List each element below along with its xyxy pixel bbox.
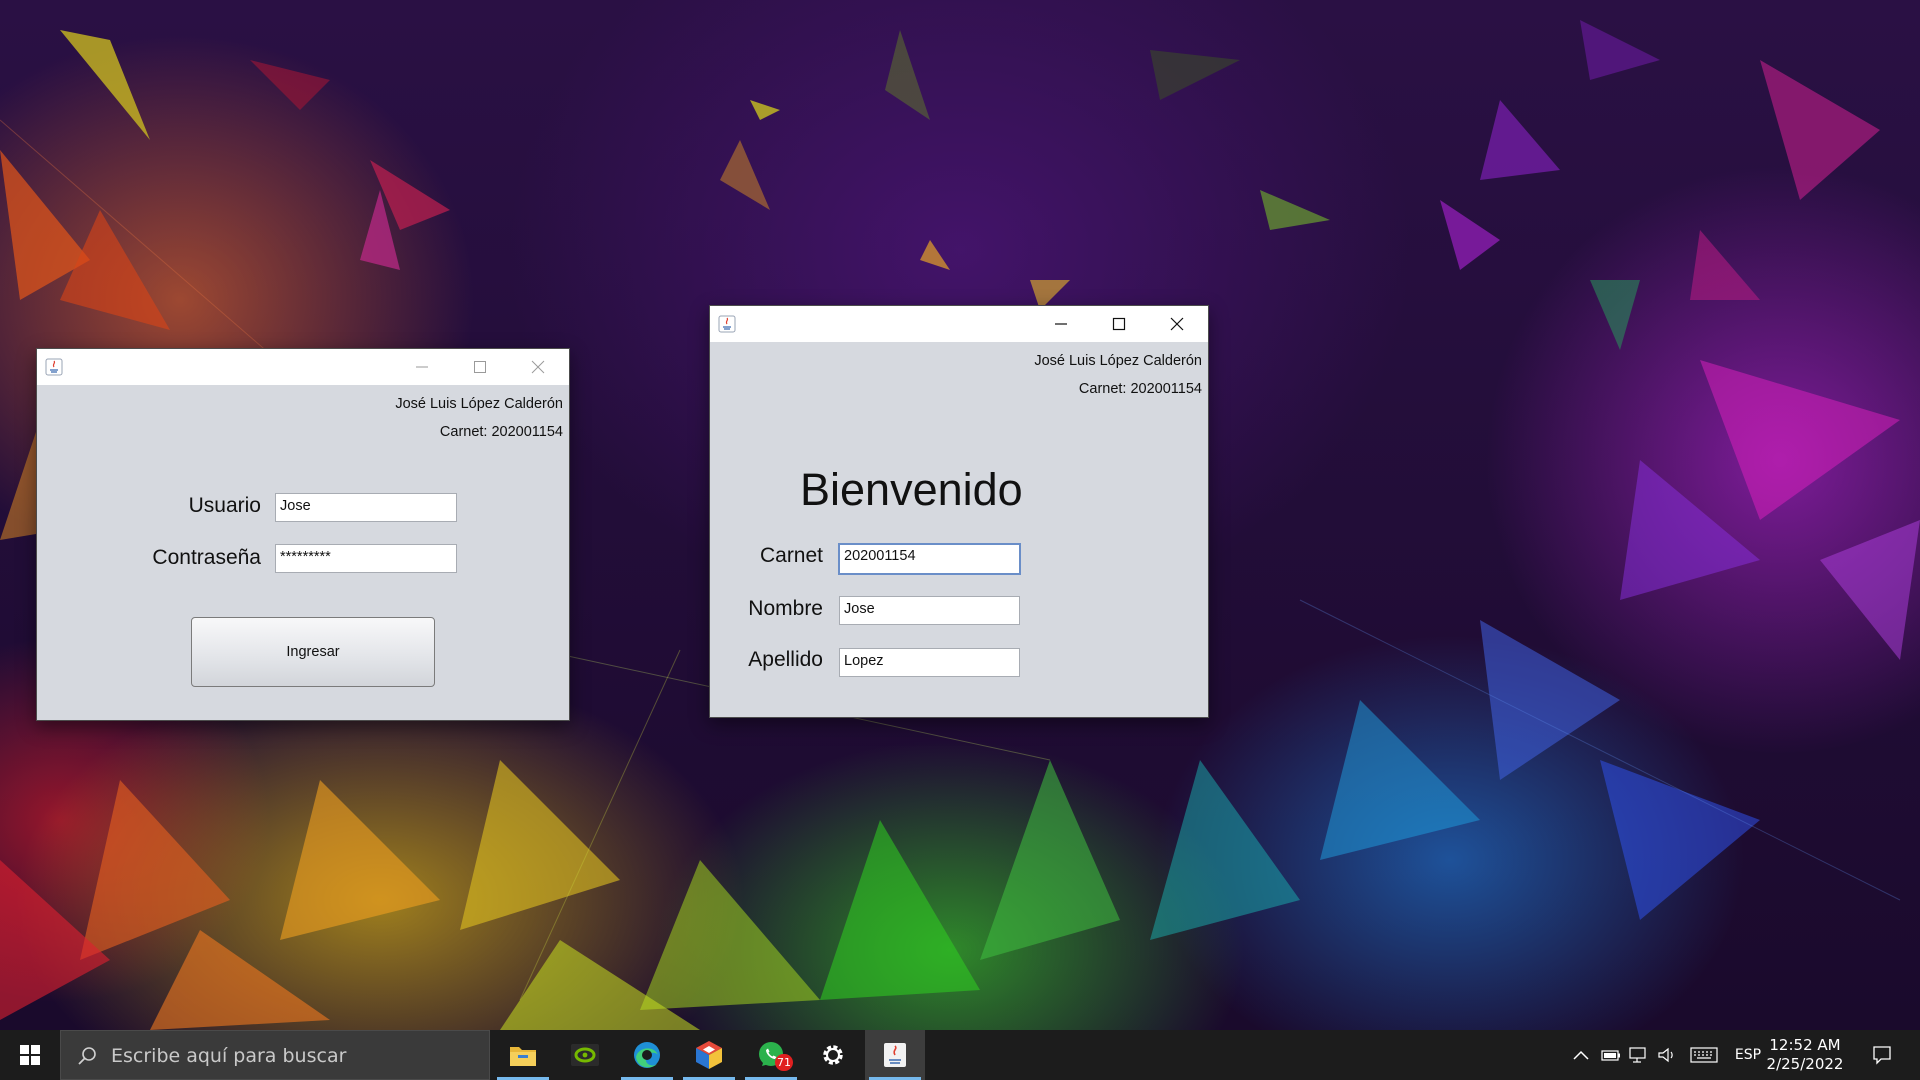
action-center-button[interactable]	[1862, 1030, 1902, 1080]
welcome-window: José Luis López Calderón Carnet: 2020011…	[709, 305, 1209, 718]
usuario-field[interactable]: Jose	[275, 493, 457, 522]
carnet-field[interactable]: 202001154	[838, 543, 1021, 575]
author-carnet: Carnet: 202001154	[1078, 381, 1202, 397]
cube-app-icon	[696, 1041, 722, 1069]
whatsapp-notification-badge: 71	[775, 1054, 793, 1071]
author-name: José Luis López Calderón	[395, 396, 563, 412]
taskbar-whatsapp[interactable]: 71	[741, 1030, 801, 1080]
login-minimize-button[interactable]	[393, 349, 451, 385]
login-titlebar[interactable]	[37, 349, 569, 385]
welcome-minimize-button[interactable]	[1032, 306, 1090, 342]
maximize-icon	[1112, 317, 1126, 331]
gear-icon	[823, 1045, 843, 1065]
welcome-close-button[interactable]	[1148, 306, 1206, 342]
taskbar-java[interactable]	[865, 1030, 925, 1080]
clock-time: 12:52 AM	[1769, 1036, 1841, 1054]
carnet-label: Carnet	[759, 544, 823, 567]
login-window: José Luis López Calderón Carnet: 2020011…	[36, 348, 570, 721]
maximize-icon	[474, 361, 486, 373]
bienvenido-heading: Bienvenido	[800, 464, 1023, 515]
welcome-maximize-button[interactable]	[1090, 306, 1148, 342]
login-close-button[interactable]	[509, 349, 567, 385]
tray-keyboard[interactable]	[1688, 1030, 1720, 1080]
taskbar-file-explorer[interactable]	[493, 1030, 553, 1080]
taskbar-settings[interactable]	[803, 1030, 863, 1080]
speaker-icon	[1658, 1047, 1673, 1063]
java-app-icon	[718, 315, 736, 333]
author-name: José Luis López Calderón	[1034, 353, 1202, 369]
notification-icon	[1873, 1046, 1891, 1065]
tray-network[interactable]	[1626, 1030, 1652, 1080]
network-icon	[1629, 1047, 1646, 1063]
apellido-field[interactable]: Lopez	[839, 648, 1020, 677]
chevron-up-icon	[1573, 1050, 1589, 1060]
contrasena-label: Contraseña	[152, 546, 261, 569]
usuario-label: Usuario	[188, 494, 261, 517]
minimize-icon	[416, 366, 428, 368]
minimize-icon	[1055, 323, 1067, 325]
tray-battery[interactable]	[1598, 1030, 1624, 1080]
search-icon	[78, 1047, 96, 1065]
tray-volume[interactable]	[1654, 1030, 1680, 1080]
start-button[interactable]	[0, 1030, 60, 1080]
taskbar: Escribe aquí para buscar 71 ESP 12:52 AM…	[0, 1030, 1920, 1080]
nombre-field[interactable]: Jose	[839, 596, 1020, 625]
windows-logo-icon	[20, 1045, 40, 1065]
welcome-titlebar[interactable]	[710, 306, 1208, 342]
taskbar-clock[interactable]: 12:52 AM 2/25/2022	[1760, 1036, 1850, 1074]
close-icon	[1170, 317, 1184, 331]
battery-icon	[1601, 1050, 1620, 1061]
close-icon	[531, 360, 545, 374]
tray-overflow-chevron[interactable]	[1566, 1030, 1596, 1080]
taskbar-cube-app[interactable]	[679, 1030, 739, 1080]
ingresar-button[interactable]: Ingresar	[191, 617, 435, 687]
login-maximize-button[interactable]	[451, 349, 509, 385]
keyboard-icon	[1690, 1047, 1718, 1063]
author-carnet: Carnet: 202001154	[439, 424, 563, 440]
taskbar-nvidia[interactable]	[555, 1030, 615, 1080]
apellido-label: Apellido	[748, 648, 823, 671]
taskbar-edge[interactable]	[617, 1030, 677, 1080]
contrasena-field[interactable]: *********	[275, 544, 457, 573]
nombre-label: Nombre	[748, 597, 823, 620]
java-icon	[884, 1043, 906, 1067]
folder-icon	[510, 1047, 536, 1066]
edge-icon	[634, 1042, 660, 1068]
java-app-icon	[45, 358, 63, 376]
nvidia-icon	[571, 1044, 599, 1066]
clock-date: 2/25/2022	[1766, 1055, 1844, 1073]
search-placeholder: Escribe aquí para buscar	[111, 1045, 347, 1067]
taskbar-search-box[interactable]: Escribe aquí para buscar	[60, 1030, 490, 1080]
